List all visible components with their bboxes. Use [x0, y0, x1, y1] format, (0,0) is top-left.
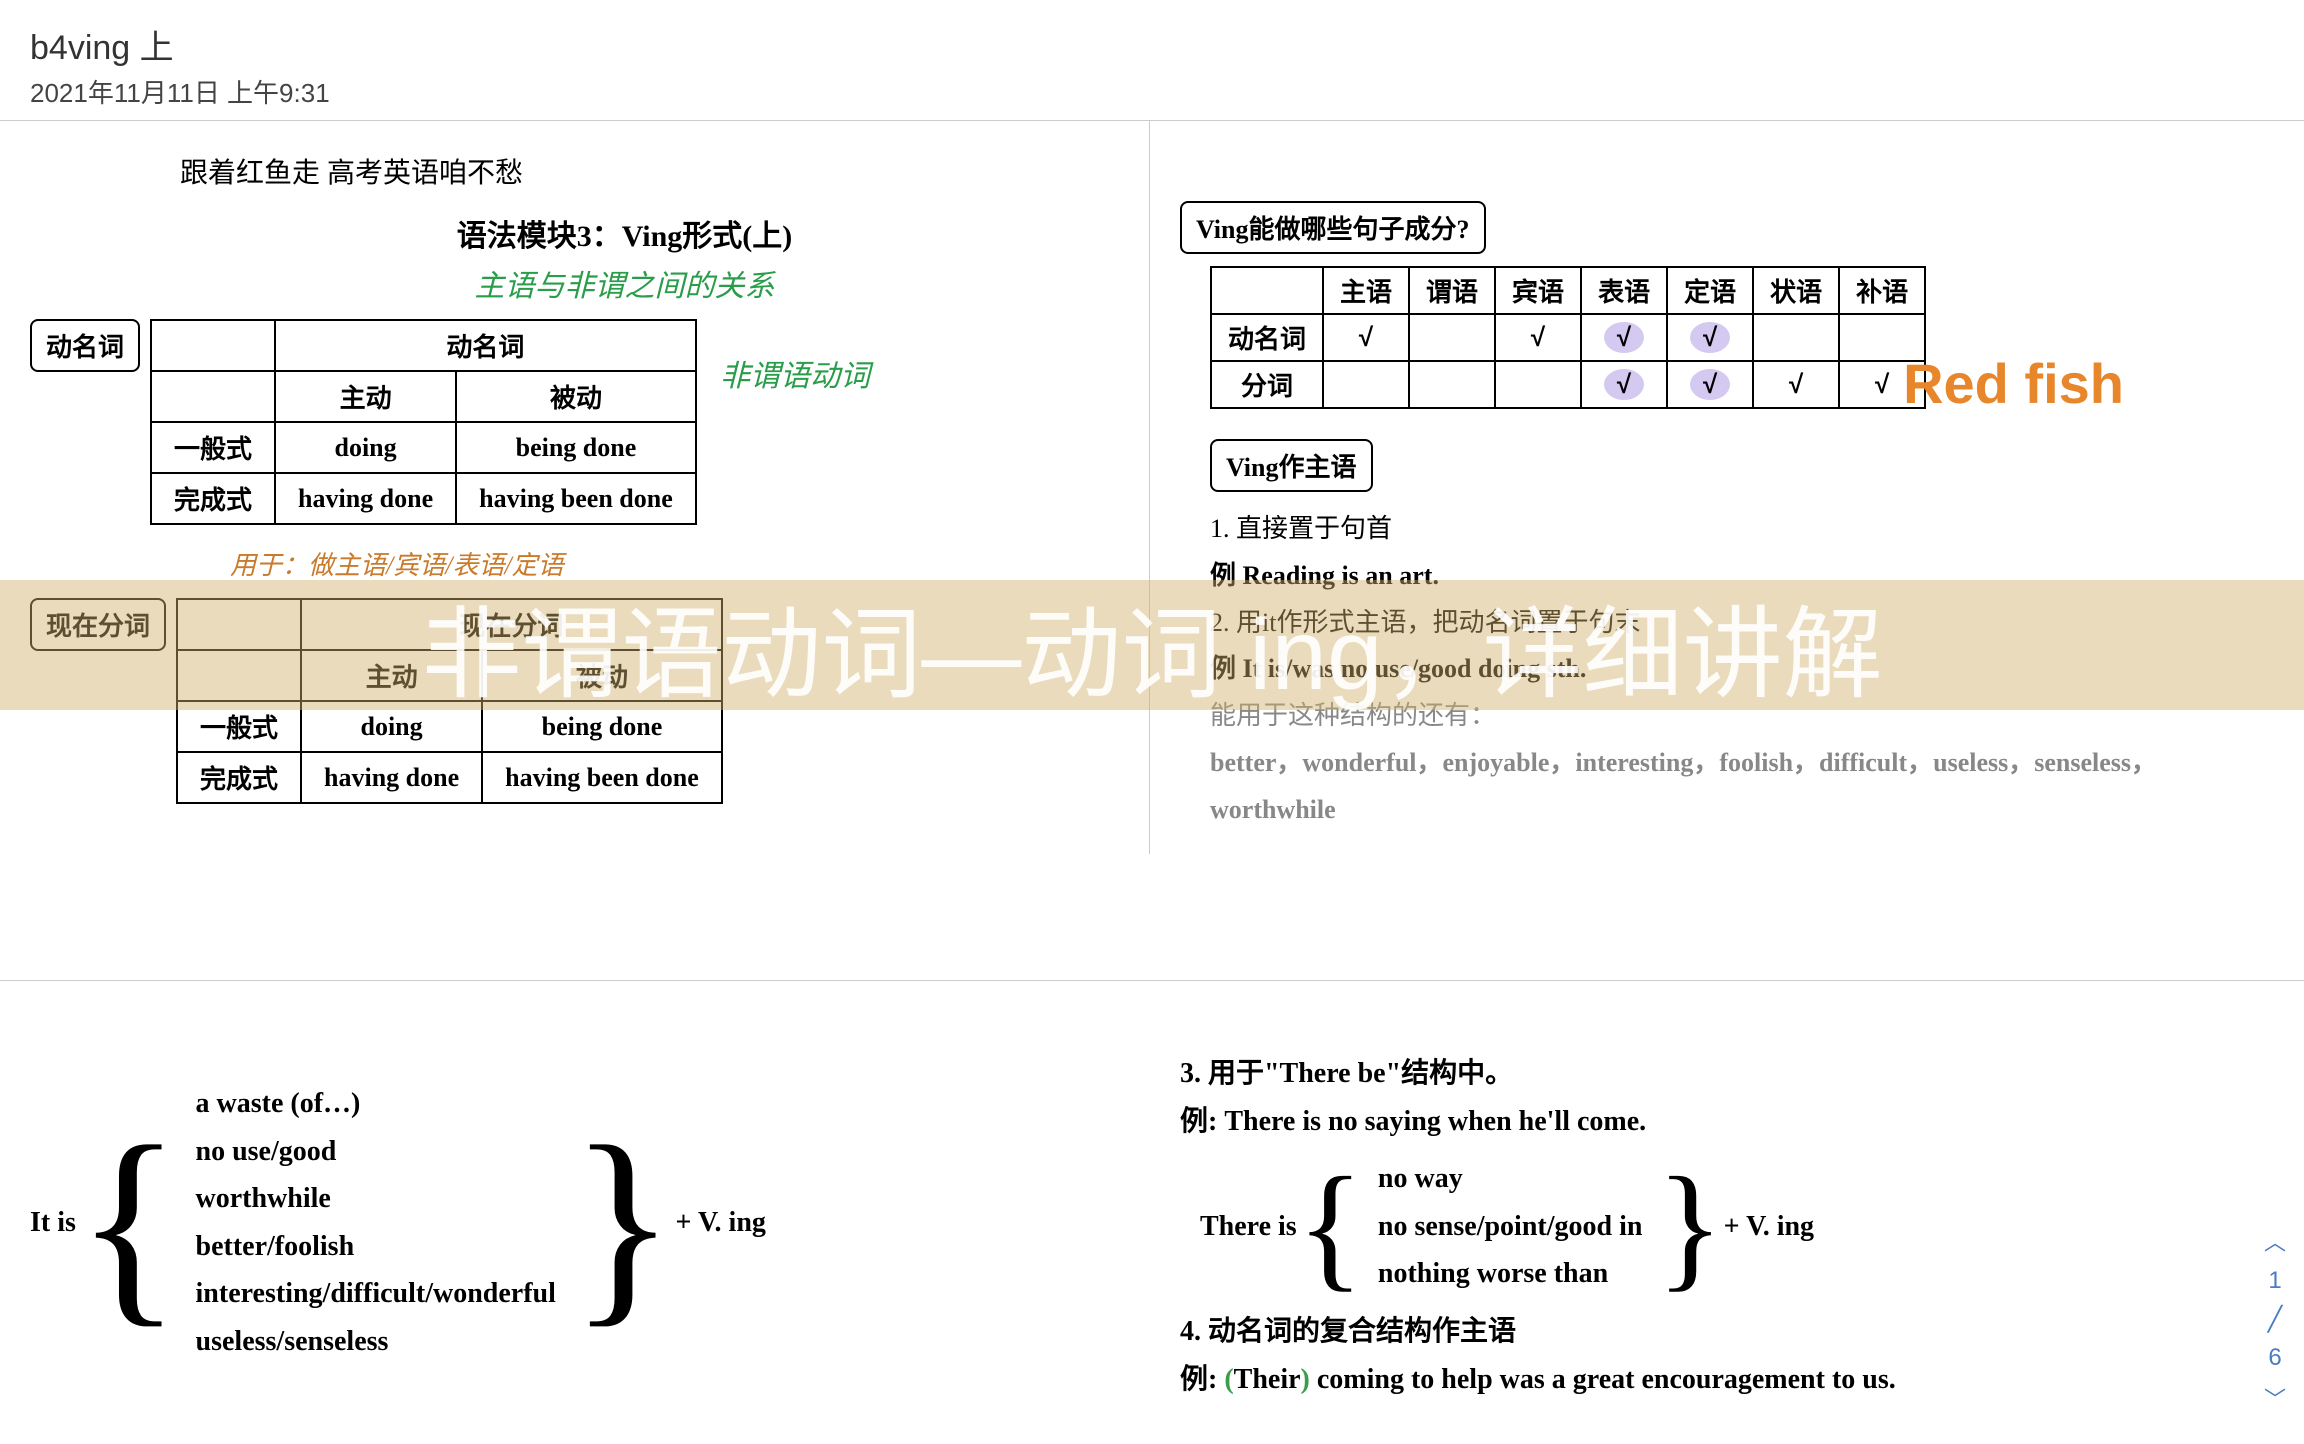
- left-column: 跟着红鱼走 高考英语咱不愁 语法模块3：Ving形式(上) 非谓语动词 主语与非…: [0, 121, 1150, 854]
- green-paren-icon: (: [1224, 1364, 1233, 1395]
- watermark-text: 非谓语动词—动词 ing，详细讲解: [421, 573, 1882, 718]
- page-title: b4ving 上: [30, 20, 2274, 69]
- page-date: 2021年11月11日 上午9:31: [30, 73, 2274, 110]
- bottom-left-block: It is { a waste (of…) no use/good worthw…: [30, 1080, 766, 1366]
- page-up-button[interactable]: ︿: [2264, 1225, 2286, 1257]
- ving-subject-title: Ving作主语: [1210, 439, 1373, 492]
- left-brace-icon: {: [76, 1124, 182, 1322]
- slogan: 跟着红鱼走 高考英语咱不愁: [180, 151, 1119, 191]
- right-brace-icon: }: [1656, 1167, 1723, 1286]
- left-brace-icon: {: [1297, 1167, 1364, 1286]
- note-relation: 主语与非谓之间的关系: [130, 261, 1119, 305]
- right-column: Red fish Ving能做哪些句子成分? 主语 谓语 宾语 表语 定语 状语…: [1150, 121, 2304, 854]
- right-brace-icon: }: [570, 1124, 676, 1322]
- note-nonfinite: 非谓语动词: [720, 351, 870, 395]
- module-title: 语法模块3：Ving形式(上): [130, 211, 1119, 255]
- horizontal-divider: [0, 980, 2304, 981]
- content: 跟着红鱼走 高考英语咱不愁 语法模块3：Ving形式(上) 非谓语动词 主语与非…: [0, 121, 2304, 854]
- label-gerund: 动名词: [30, 319, 140, 372]
- page-down-button[interactable]: ﹀: [2264, 1382, 2286, 1414]
- roles-table: 主语 谓语 宾语 表语 定语 状语 补语 动名词 √ √ √ √ 分词: [1210, 266, 1926, 409]
- page-sep: ╱: [2268, 1305, 2282, 1334]
- page-current: 1: [2268, 1267, 2281, 1295]
- gerund-table: 动名词 主动被动 一般式doingbeing done 完成式having do…: [150, 319, 697, 525]
- bottom-right-block: 3. 用于"There be"结构中。 例: There is no sayin…: [1180, 1050, 1896, 1403]
- roles-question: Ving能做哪些句子成分?: [1180, 201, 1486, 254]
- green-paren-icon: ): [1301, 1364, 1310, 1395]
- page-total: 6: [2268, 1344, 2281, 1372]
- gerund-table-section: 动名词 动名词 主动被动 一般式doingbeing done 完成式havin…: [30, 319, 1119, 525]
- page-navigation: ︿ 1 ╱ 6 ﹀: [2264, 1225, 2286, 1414]
- watermark-band: 非谓语动词—动词 ing，详细讲解: [0, 580, 2304, 710]
- brand-redfish: Red fish: [1903, 351, 2124, 416]
- header: b4ving 上 2021年11月11日 上午9:31: [0, 0, 2304, 121]
